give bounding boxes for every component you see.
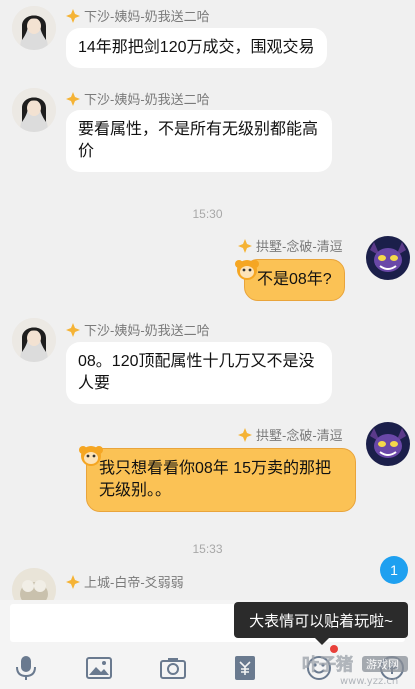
message-text-line: 无级别。。 <box>99 482 172 499</box>
composer-toolbar <box>0 648 415 689</box>
sender-name: 拱墅-念破-清逗 <box>256 239 343 254</box>
monkey-sticker-icon <box>235 260 259 280</box>
sender-name: 拱墅-念破-清逗 <box>256 428 343 443</box>
monkey-sticker-icon <box>79 446 103 466</box>
message-text: 14年那把剑120万成交，围观交易 <box>78 39 315 56</box>
avatar[interactable] <box>12 318 56 362</box>
sender-name-row: 拱墅-念破-清逗 <box>238 236 343 255</box>
new-indicator-dot <box>330 645 338 653</box>
avatar[interactable] <box>12 6 56 50</box>
message-text-line: 08。120顶配属性十几万又不是没 <box>78 353 315 370</box>
rank-diamond-icon <box>66 91 80 106</box>
sender-name-row: 下沙-姨妈-奶我送二哈 <box>66 89 210 108</box>
rank-diamond-icon <box>238 238 252 253</box>
message-text-line: 我只想看看你08年 15万卖的那把 <box>99 460 332 477</box>
message-bubble[interactable]: 14年那把剑120万成交，围观交易 <box>66 28 327 68</box>
emoji-icon[interactable] <box>303 652 335 684</box>
message-text-line: 要看属性，不是所有无级别都能高 <box>78 121 319 138</box>
sender-name-row: 拱墅-念破-清逗 <box>238 425 343 444</box>
tooltip-arrow <box>315 638 329 645</box>
message-text-line: 价 <box>78 143 95 160</box>
unread-count-badge[interactable]: 1 <box>380 556 408 584</box>
avatar[interactable] <box>366 422 410 466</box>
sender-name: 上城-白帝-爻弱弱 <box>84 575 184 590</box>
rank-diamond-icon <box>66 574 80 589</box>
rank-diamond-icon <box>238 427 252 442</box>
message-text-line: 人要 <box>78 375 111 392</box>
sender-name: 下沙-姨妈-奶我送二哈 <box>84 323 210 338</box>
message-bubble[interactable]: 要看属性，不是所有无级别都能高 价 <box>66 110 332 172</box>
plus-icon[interactable] <box>376 652 408 684</box>
avatar[interactable] <box>366 236 410 280</box>
sender-name: 下沙-姨妈-奶我送二哈 <box>84 92 210 107</box>
message-bubble[interactable]: 我只想看看你08年 15万卖的那把 无级别。。 <box>86 448 356 512</box>
rank-diamond-icon <box>66 8 80 23</box>
sticker-tip-tooltip[interactable]: 大表情可以贴着玩啦~ <box>234 602 408 638</box>
microphone-icon[interactable] <box>10 652 42 684</box>
avatar[interactable] <box>12 88 56 132</box>
rank-diamond-icon <box>66 322 80 337</box>
image-icon[interactable] <box>83 652 115 684</box>
chat-history[interactable]: 下沙-姨妈-奶我送二哈 14年那把剑120万成交，围观交易 下沙-姨妈-奶我送二… <box>0 0 415 600</box>
red-packet-icon[interactable] <box>229 652 261 684</box>
timestamp: 15:33 <box>192 542 223 556</box>
sender-name-row: 下沙-姨妈-奶我送二哈 <box>66 320 210 339</box>
sender-name: 下沙-姨妈-奶我送二哈 <box>84 9 210 24</box>
message-text: 不是08年? <box>257 271 332 288</box>
message-bubble[interactable]: 08。120顶配属性十几万又不是没 人要 <box>66 342 332 404</box>
sender-name-row: 上城-白帝-爻弱弱 <box>66 572 184 591</box>
timestamp: 15:30 <box>192 207 223 221</box>
avatar[interactable] <box>12 568 56 600</box>
camera-icon[interactable] <box>157 652 189 684</box>
sender-name-row: 下沙-姨妈-奶我送二哈 <box>66 6 210 25</box>
